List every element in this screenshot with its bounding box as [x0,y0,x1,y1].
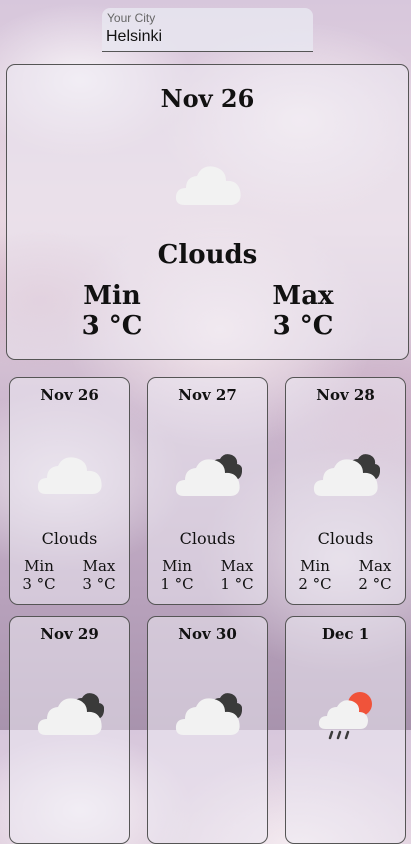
forecast-max-label: Max [82,557,116,575]
forecast-min-value: 3 °C [22,575,56,593]
forecast-max-value: 2 °C [358,575,392,593]
current-condition: Clouds [157,240,258,270]
forecast-condition: Clouds [179,529,236,548]
forecast-date: Nov 30 [178,625,237,643]
broken-clouds-icon [37,693,104,735]
forecast-max: Max 1 °C [212,557,262,593]
city-input[interactable] [106,28,306,46]
forecast-card[interactable]: Nov 26 Clouds Min 3 °C Max 3 °C [9,377,130,605]
broken-clouds-icon [175,454,242,496]
forecast-max-label: Max [358,557,392,575]
forecast-condition: Clouds [41,529,98,548]
forecast-date: Dec 1 [321,625,370,643]
forecast-min: Min 1 °C [152,557,202,593]
forecast-date: Nov 29 [40,625,99,643]
cloud-icon [37,457,102,494]
current-date: Nov 26 [160,84,255,113]
cloud-icon [175,166,241,205]
forecast-date: Nov 27 [178,386,237,404]
current-min-value: 3 °C [81,311,143,341]
forecast-min: Min 3 °C [14,557,64,593]
forecast-date: Nov 26 [40,386,99,404]
forecast-card[interactable]: Dec 1 [285,616,406,844]
current-min: Min 3 °C [52,281,172,341]
forecast-min: Min 2 °C [290,557,340,593]
broken-clouds-icon [313,454,380,496]
forecast-max: Max 3 °C [74,557,124,593]
forecast-min-label: Min [300,557,330,575]
current-min-label: Min [83,281,141,311]
city-field-label: Your City [107,11,156,25]
sun-cloud-rain-icon [318,692,372,740]
forecast-max-label: Max [220,557,254,575]
broken-clouds-icon [175,693,242,735]
forecast-date: Nov 28 [316,386,375,404]
forecast-min-label: Min [24,557,54,575]
forecast-condition: Clouds [317,529,374,548]
forecast-card[interactable]: Nov 30 [147,616,268,844]
city-field[interactable]: Your City [102,8,313,52]
current-weather-card: Nov 26 Clouds Min 3 °C Max 3 °C [6,64,409,360]
forecast-max-value: 1 °C [220,575,254,593]
forecast-max: Max 2 °C [350,557,400,593]
current-max: Max 3 °C [243,281,363,341]
forecast-card[interactable]: Nov 27 Clouds Min 1 °C Max 1 °C [147,377,268,605]
forecast-max-value: 3 °C [82,575,116,593]
current-max-value: 3 °C [272,311,334,341]
forecast-min-label: Min [162,557,192,575]
forecast-card[interactable]: Nov 29 [9,616,130,844]
forecast-min-value: 1 °C [160,575,194,593]
current-max-label: Max [272,281,334,311]
forecast-min-value: 2 °C [298,575,332,593]
forecast-card[interactable]: Nov 28 Clouds Min 2 °C Max 2 °C [285,377,406,605]
